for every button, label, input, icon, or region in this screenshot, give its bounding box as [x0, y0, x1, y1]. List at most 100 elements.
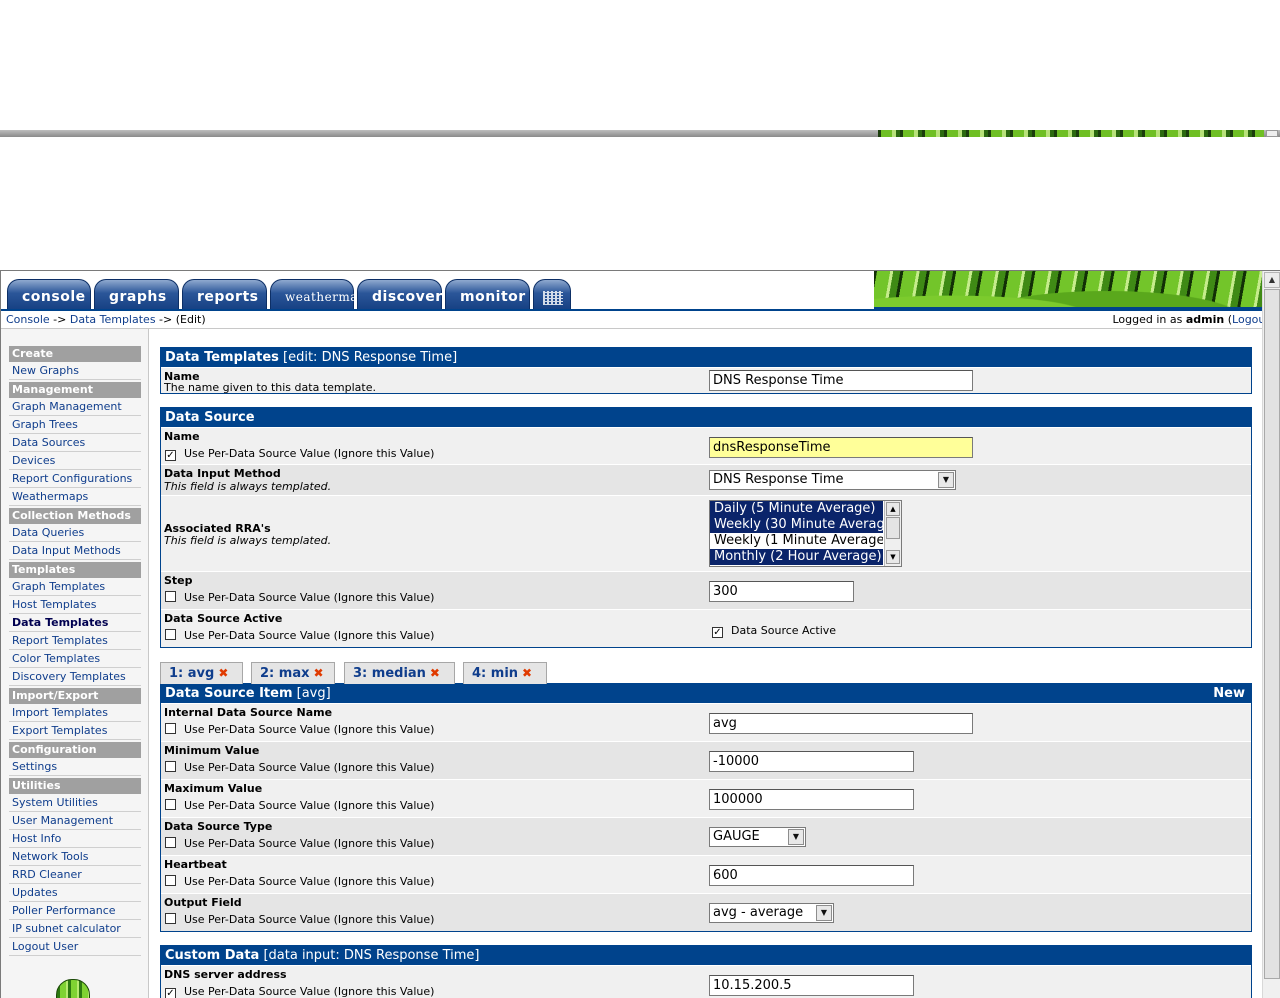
- per-ds-checkbox[interactable]: [165, 799, 176, 810]
- rra-option[interactable]: Daily (5 Minute Average): [710, 501, 883, 517]
- tab-graphs[interactable]: graphs: [94, 279, 179, 309]
- chevron-up-icon[interactable]: ▲: [886, 502, 900, 516]
- ds-name-row: Name ✓ Use Per-Data Source Value (Ignore …: [161, 427, 1251, 464]
- per-ds-checkbox[interactable]: [165, 761, 176, 772]
- delete-icon[interactable]: ✖: [313, 666, 323, 680]
- per-ds-option: Use Per-Data Source Value (Ignore this V…: [164, 875, 434, 888]
- template-name-row: Name The name given to this data templat…: [161, 367, 1251, 394]
- sidebar-item-weathermaps[interactable]: Weathermaps: [9, 488, 141, 506]
- chevron-down-icon[interactable]: ▼: [788, 829, 804, 845]
- min-value-input[interactable]: -10000: [709, 751, 914, 772]
- sidebar-item-host-info[interactable]: Host Info: [9, 830, 141, 848]
- tab-reports[interactable]: reports: [182, 279, 267, 309]
- per-ds-checkbox[interactable]: [165, 913, 176, 924]
- field-label: Maximum Value: [164, 782, 263, 795]
- ds-name-input[interactable]: dnsResponseTime: [709, 437, 973, 458]
- sidebar-item-poller-performance[interactable]: Poller Performance: [9, 902, 141, 920]
- ds-item-tab-avg[interactable]: 1: avg ✖: [160, 662, 243, 684]
- sidebar-item-rrd-cleaner[interactable]: RRD Cleaner: [9, 866, 141, 884]
- chevron-down-icon[interactable]: ▼: [938, 472, 954, 488]
- per-ds-checkbox[interactable]: ✓: [165, 450, 176, 461]
- rra-option[interactable]: Monthly (2 Hour Average): [710, 549, 883, 565]
- field-label: Internal Data Source Name: [164, 706, 333, 719]
- breadcrumb-console[interactable]: Console: [6, 313, 50, 326]
- field-description: This field is always templated.: [164, 534, 332, 547]
- tab-ip-calculator[interactable]: IP: [533, 272, 571, 309]
- sidebar-item-user-management[interactable]: User Management: [9, 812, 141, 830]
- delete-icon[interactable]: ✖: [218, 666, 228, 680]
- per-ds-checkbox[interactable]: [165, 837, 176, 848]
- checkbox-label: Data Source Active: [731, 624, 837, 637]
- new-item-link[interactable]: New: [1213, 684, 1245, 703]
- per-ds-checkbox[interactable]: [165, 723, 176, 734]
- sidebar-item-host-templates[interactable]: Host Templates: [9, 596, 141, 614]
- output-field-row: Output Field Use Per-Data Source Value (…: [161, 893, 1251, 931]
- internal-name-input[interactable]: avg: [709, 713, 973, 734]
- sidebar-item-graph-trees[interactable]: Graph Trees: [9, 416, 141, 434]
- sidebar-item-report-templates[interactable]: Report Templates: [9, 632, 141, 650]
- sidebar-item-export-templates[interactable]: Export Templates: [9, 722, 141, 740]
- scroll-thumb[interactable]: [886, 517, 900, 539]
- breadcrumb-data-templates[interactable]: Data Templates: [70, 313, 156, 326]
- step-input[interactable]: 300: [709, 581, 854, 602]
- sidebar-item-graph-management[interactable]: Graph Management: [9, 398, 141, 416]
- sidebar-header-utilities: Utilities: [9, 778, 141, 794]
- sidebar-header-import-export: Import/Export: [9, 688, 141, 704]
- sidebar-item-updates[interactable]: Updates: [9, 884, 141, 902]
- rra-option[interactable]: Weekly (30 Minute Average): [710, 517, 883, 533]
- ds-item-tab-median[interactable]: 3: median ✖: [344, 662, 455, 684]
- tab-console[interactable]: console: [7, 279, 91, 309]
- rra-option[interactable]: Weekly (1 Minute Average): [710, 533, 883, 549]
- breadcrumb: Console -> Data Templates -> (Edit): [6, 313, 206, 326]
- listbox-scrollbar[interactable]: ▲ ▼: [884, 501, 901, 566]
- per-ds-option: Use Per-Data Source Value (Ignore this V…: [164, 723, 434, 736]
- sidebar-item-report-configurations[interactable]: Report Configurations: [9, 470, 141, 488]
- rra-listbox[interactable]: Daily (5 Minute Average) Weekly (30 Minut…: [709, 500, 902, 567]
- sidebar-item-ip-subnet-calculator[interactable]: IP subnet calculator: [9, 920, 141, 938]
- delete-icon[interactable]: ✖: [430, 666, 440, 680]
- page-scrollbar[interactable]: ▲: [1262, 271, 1280, 998]
- sidebar-item-system-utilities[interactable]: System Utilities: [9, 794, 141, 812]
- sidebar-item-data-sources[interactable]: Data Sources: [9, 434, 141, 452]
- sidebar-item-discovery-templates[interactable]: Discovery Templates: [9, 668, 141, 686]
- ds-active-checkbox[interactable]: ✓: [712, 627, 723, 638]
- per-ds-checkbox[interactable]: [165, 875, 176, 886]
- ds-type-select[interactable]: GAUGE ▼: [709, 827, 806, 847]
- delete-icon[interactable]: ✖: [522, 666, 532, 680]
- tab-discover[interactable]: discover: [357, 279, 442, 309]
- tab-weathermap[interactable]: weathermap: [270, 279, 366, 309]
- field-label: DNS server address: [164, 968, 287, 981]
- ds-item-tab-min[interactable]: 4: min ✖: [463, 662, 547, 684]
- login-user: admin: [1185, 313, 1225, 326]
- per-ds-checkbox[interactable]: [165, 591, 176, 602]
- chevron-up-icon[interactable]: ▲: [1264, 272, 1280, 288]
- chevron-down-icon[interactable]: ▼: [816, 905, 832, 921]
- input-method-select[interactable]: DNS Response Time ▼: [709, 470, 956, 490]
- sidebar-item-data-input-methods[interactable]: Data Input Methods: [9, 542, 141, 560]
- checkbox-label: Use Per-Data Source Value (Ignore this V…: [184, 837, 435, 850]
- sidebar-item-color-templates[interactable]: Color Templates: [9, 650, 141, 668]
- sidebar-item-network-tools[interactable]: Network Tools: [9, 848, 141, 866]
- ds-item-tab-max[interactable]: 2: max ✖: [251, 662, 335, 684]
- tab-monitor[interactable]: monitor: [445, 279, 530, 309]
- template-name-input[interactable]: DNS Response Time: [709, 370, 973, 391]
- sidebar-item-devices[interactable]: Devices: [9, 452, 141, 470]
- output-field-select[interactable]: avg - average ▼: [709, 903, 834, 923]
- sidebar-item-data-templates[interactable]: Data Templates: [9, 614, 141, 632]
- sidebar-item-import-templates[interactable]: Import Templates: [9, 704, 141, 722]
- sidebar-item-settings[interactable]: Settings: [9, 758, 141, 776]
- sidebar-item-new-graphs[interactable]: New Graphs: [9, 362, 141, 380]
- max-value-input[interactable]: 100000: [709, 789, 914, 810]
- chevron-down-icon[interactable]: ▼: [886, 550, 900, 564]
- heartbeat-input[interactable]: 600: [709, 865, 914, 886]
- dns-server-row: DNS server address ✓ Use Per-Data Source …: [161, 965, 1251, 998]
- sidebar-item-data-queries[interactable]: Data Queries: [9, 524, 141, 542]
- per-ds-checkbox[interactable]: ✓: [165, 988, 176, 998]
- sidebar-item-graph-templates[interactable]: Graph Templates: [9, 578, 141, 596]
- scroll-thumb[interactable]: [1264, 289, 1280, 979]
- dns-server-input[interactable]: 10.15.200.5: [709, 975, 914, 996]
- tab-label: 2: max: [260, 666, 310, 681]
- sidebar-item-logout-user[interactable]: Logout User: [9, 938, 141, 956]
- per-ds-checkbox[interactable]: [165, 629, 176, 640]
- top-frame-band: [0, 130, 1280, 137]
